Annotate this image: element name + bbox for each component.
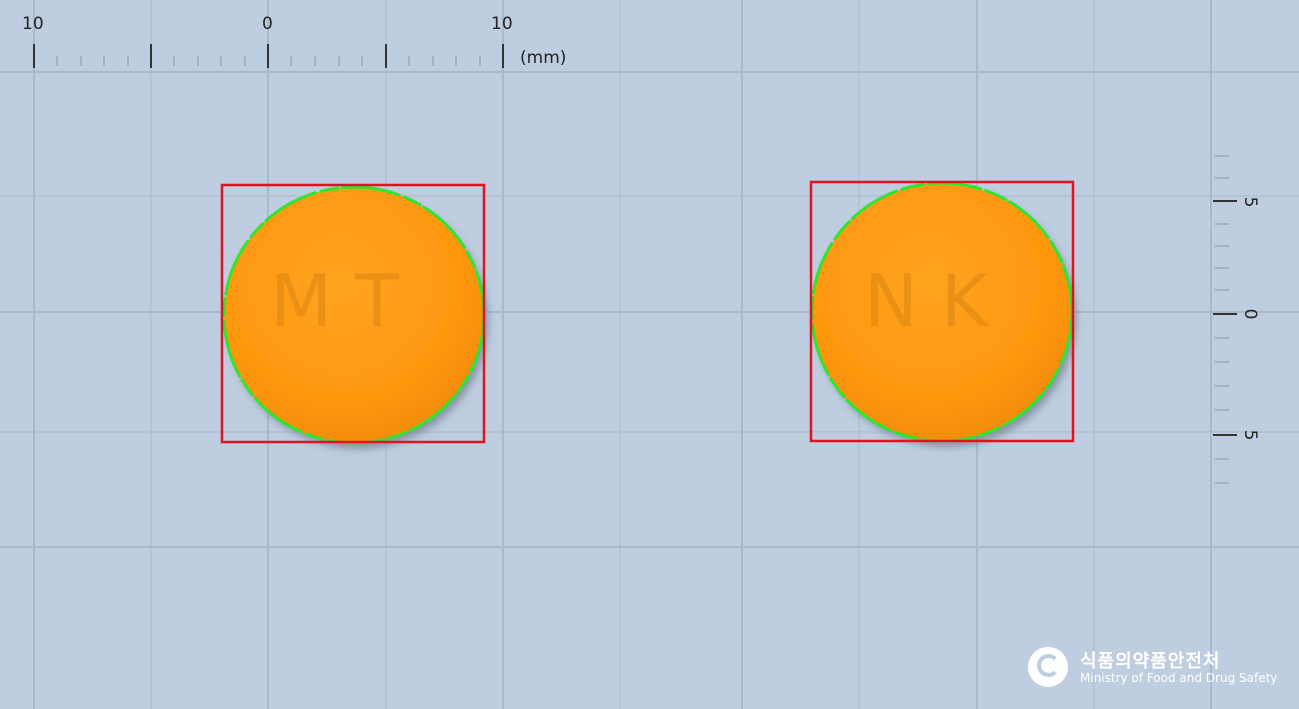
- ministry-name-english: Ministry of Food and Drug Safety: [1080, 671, 1278, 685]
- pill-back: N K: [809, 180, 1075, 443]
- pill-front: M T: [220, 183, 486, 445]
- top-ruler: [33, 44, 504, 68]
- right-ruler-label-top: 5: [1240, 197, 1260, 208]
- pill-front-imprint: M T: [270, 259, 400, 343]
- right-ruler: [1213, 155, 1237, 484]
- top-ruler-label-right: 10: [491, 14, 513, 34]
- ministry-name-korean: 식품의약품안전처: [1080, 651, 1221, 672]
- top-ruler-label-left: 10: [22, 14, 44, 34]
- pill-photo: 10 0 10 (mm) 5 0 5 M T N K: [0, 0, 1299, 709]
- grid: [0, 0, 1299, 709]
- ministry-logo: 식품의약품안전처 Ministry of Food and Drug Safet…: [1028, 647, 1278, 691]
- ruler-unit-label: (mm): [520, 48, 566, 68]
- top-ruler-label-zero: 0: [262, 14, 273, 34]
- right-ruler-label-bottom: 5: [1240, 430, 1260, 441]
- pill-back-imprint: N K: [864, 259, 990, 343]
- ministry-emblem-icon: [1028, 647, 1068, 687]
- right-ruler-label-zero: 0: [1240, 309, 1260, 320]
